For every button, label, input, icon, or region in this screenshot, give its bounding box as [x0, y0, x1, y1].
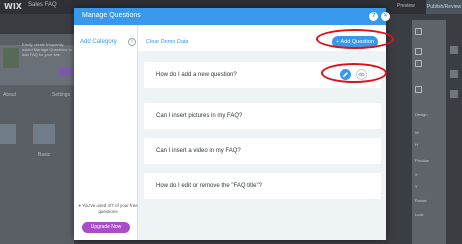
align-icon[interactable]	[415, 48, 422, 55]
panel-upgrade-button[interactable]	[58, 68, 74, 76]
arrange-icon[interactable]	[415, 60, 422, 67]
category-sidebar: Add Category i ● You've used 4/7 of your…	[74, 25, 138, 240]
grid-icon[interactable]	[415, 86, 422, 93]
layout-thumbnail-basic[interactable]	[33, 124, 55, 144]
help-button[interactable]: ?	[369, 12, 378, 21]
highlight-ellipse-question-actions	[321, 63, 387, 83]
x-label: X	[415, 172, 418, 177]
quota-message: You've used 4/7 of your free questions	[82, 203, 138, 214]
question-text: Can I insert pictures in my FAQ?	[156, 113, 243, 119]
modal-title: Manage Questions	[82, 12, 141, 19]
question-text: How do I add a new question?	[156, 72, 237, 78]
quota-text: ● You've used 4/7 of your free questions	[78, 203, 138, 215]
preview-button[interactable]: Preview	[397, 3, 415, 9]
add-category-link[interactable]: Add Category	[80, 39, 117, 45]
quota-dot-icon: ●	[78, 203, 81, 208]
side-tool-icon[interactable]	[450, 90, 458, 98]
modal-header: Manage Questions ? ×	[74, 8, 390, 25]
page-selector[interactable]: Sales FAQ	[28, 2, 57, 8]
tab-settings[interactable]: Settings	[52, 88, 74, 102]
side-tool-icon[interactable]	[450, 70, 458, 78]
highlight-ellipse-add-question	[316, 29, 394, 49]
position-label: Position	[415, 158, 430, 163]
lock-label: Lock	[415, 212, 424, 217]
app-icon	[3, 48, 19, 68]
close-button[interactable]: ×	[381, 12, 390, 21]
info-icon[interactable]: i	[128, 38, 136, 46]
rotate-label: Rotate	[415, 198, 427, 203]
promo-text: Easily create frequently asked Manage Qu…	[22, 42, 72, 57]
layers-icon[interactable]	[415, 28, 422, 35]
publish-button[interactable]: Publish/Review	[426, 0, 462, 14]
design-label: Design	[415, 112, 428, 117]
side-tool-icon[interactable]	[450, 46, 458, 54]
wix-logo: WIX	[4, 2, 22, 11]
promo-text-body: Easily create frequently asked Manage Qu…	[22, 42, 72, 57]
question-card[interactable]: Can I insert a video in my FAQ?	[144, 138, 381, 164]
height-label: H	[415, 142, 418, 147]
tab-about[interactable]: About	[0, 88, 30, 102]
question-card[interactable]: Can I insert pictures in my FAQ?	[144, 103, 381, 129]
questions-area: Clear Demo Data + Add Question How do I …	[138, 25, 386, 240]
y-label: Y	[415, 184, 418, 189]
layout-thumbnail[interactable]	[0, 124, 16, 144]
width-label: W	[415, 130, 419, 135]
upgrade-now-button[interactable]: Upgrade Now	[82, 222, 130, 233]
layout-label: Basic	[38, 152, 51, 158]
question-text: Can I insert a video in my FAQ?	[156, 148, 241, 154]
question-card[interactable]: How do I edit or remove the "FAQ title"?	[144, 173, 381, 199]
clear-demo-data-link[interactable]: Clear Demo Data	[146, 39, 189, 45]
question-text: How do I edit or remove the "FAQ title"?	[156, 183, 262, 189]
